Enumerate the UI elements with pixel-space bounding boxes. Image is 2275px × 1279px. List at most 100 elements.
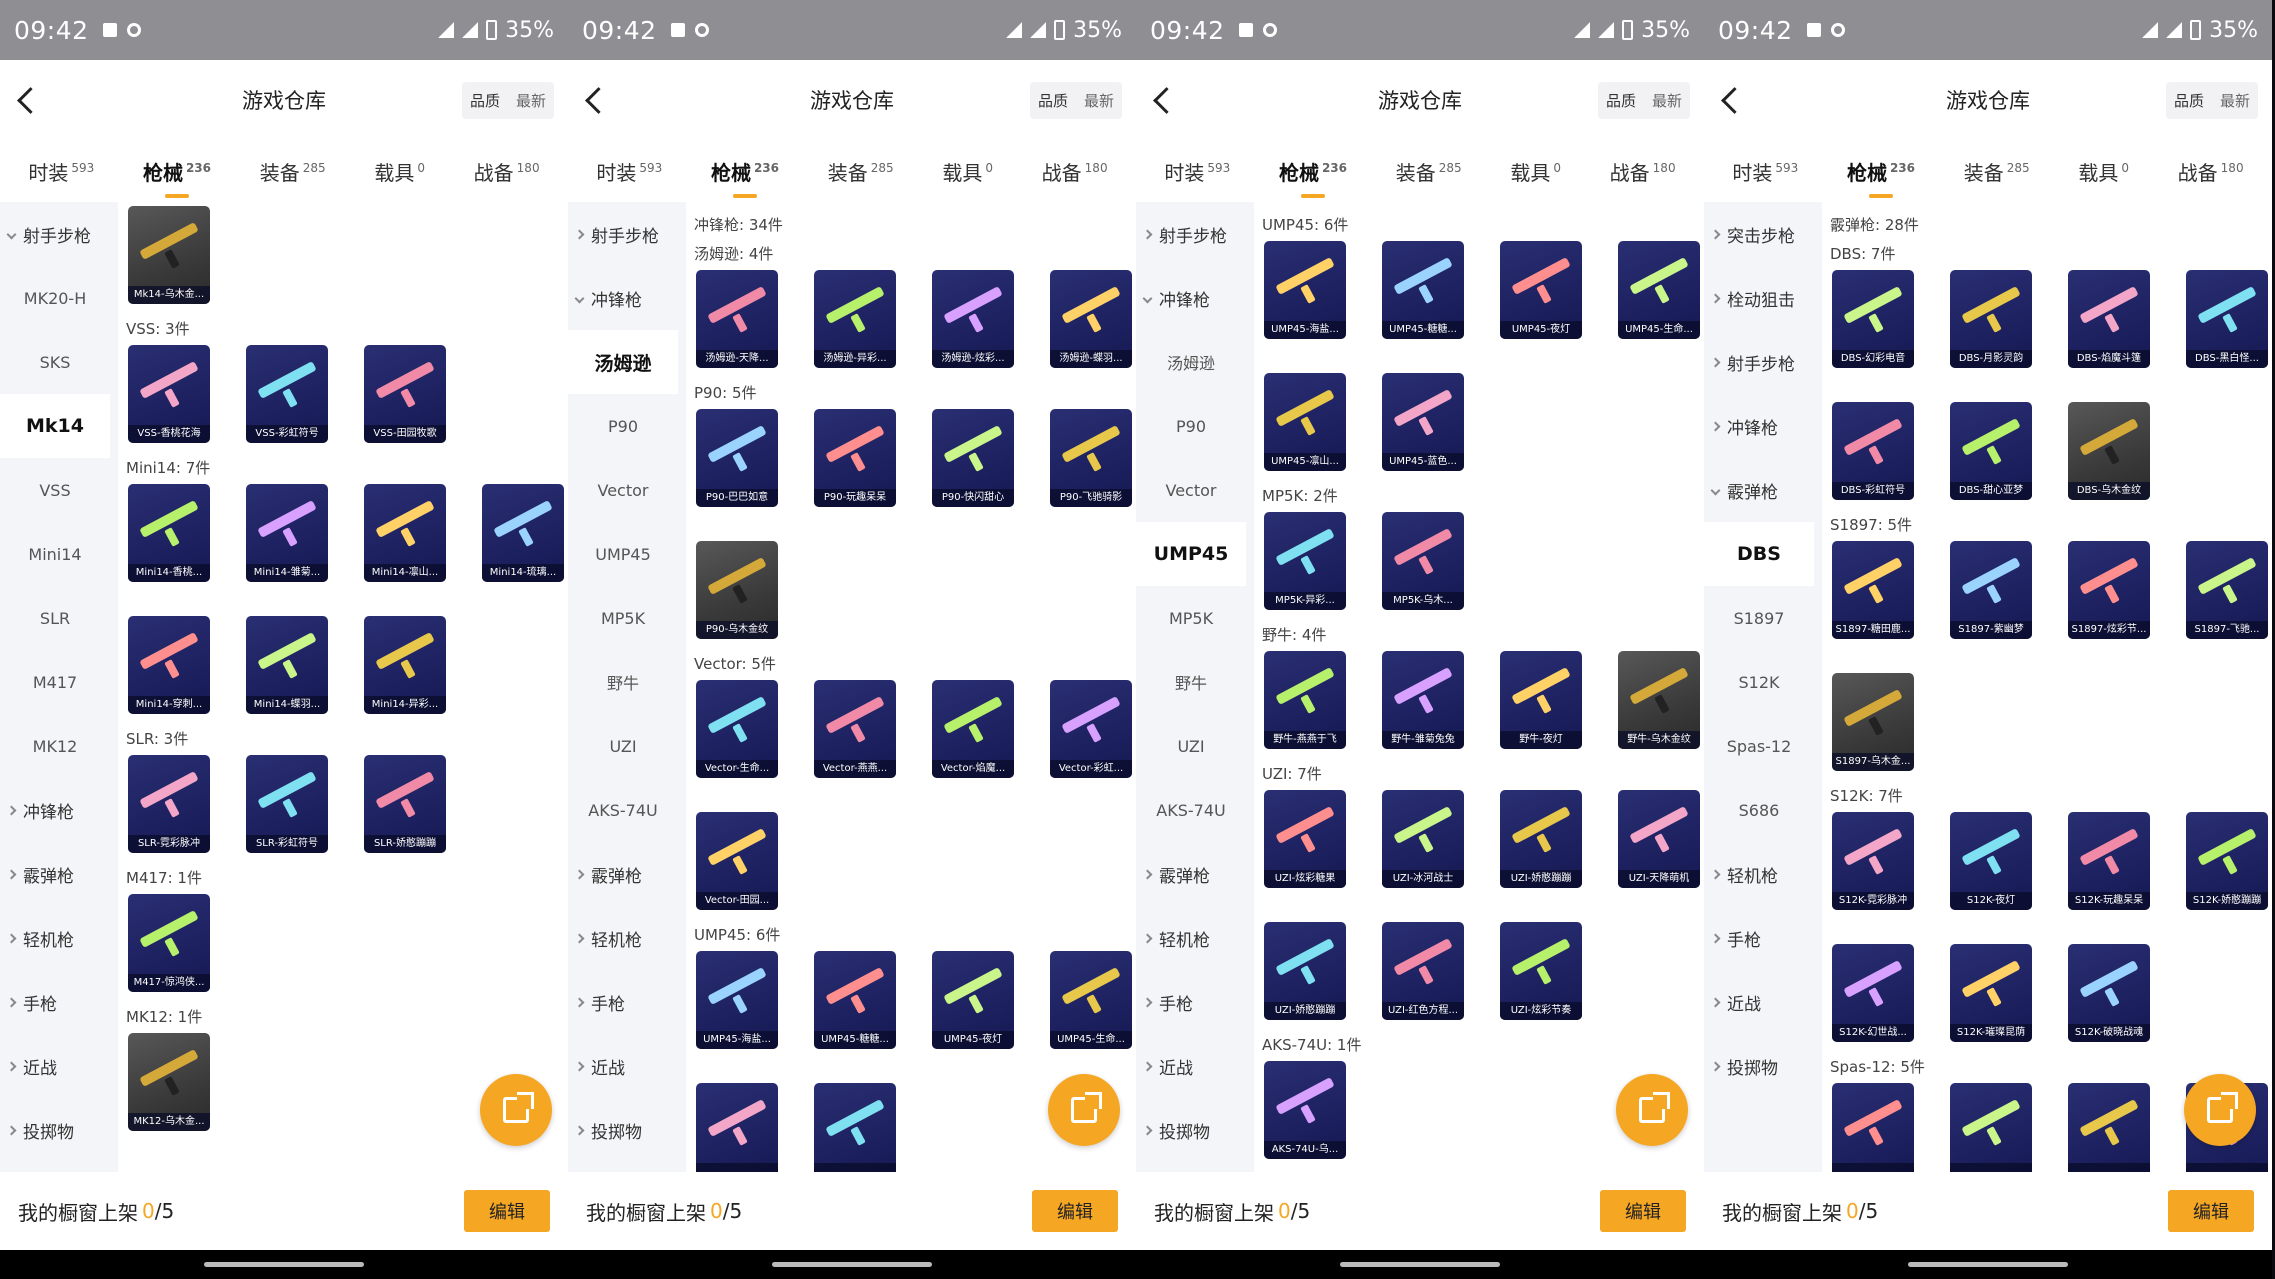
weapon-skin-card[interactable]: DBS-月影灵韵 (1950, 270, 2032, 368)
sidebar-item[interactable]: 手枪 (1136, 970, 1246, 1034)
sidebar-item[interactable]: 射手步枪 (1704, 330, 1814, 394)
sidebar-item[interactable]: 近战 (0, 1034, 110, 1098)
home-indicator[interactable] (1340, 1262, 1500, 1267)
weapon-skin-card[interactable]: S12K-幻世战... (1832, 944, 1914, 1042)
weapon-skin-card[interactable]: 汤姆逊-天降... (696, 270, 778, 368)
sidebar-item[interactable]: UZI (1136, 714, 1246, 778)
weapon-skin-card[interactable]: P90-乌木金纹 (696, 541, 778, 639)
weapon-skin-card[interactable]: Vector-焰魔... (932, 680, 1014, 778)
weapon-skin-card[interactable]: UZI-冰河战士 (1382, 790, 1464, 888)
weapon-skin-card[interactable]: UMP45-夜灯 (1500, 241, 1582, 339)
sidebar-item[interactable]: 投掷物 (0, 1098, 110, 1162)
tab-3[interactable]: 载具 0 (368, 157, 431, 186)
home-indicator[interactable] (1908, 1262, 2068, 1267)
share-fab-button[interactable] (1616, 1074, 1688, 1146)
weapon-skin-card[interactable]: Mini14-蝶羽... (246, 616, 328, 714)
weapon-skin-card[interactable]: S1897-紫幽梦 (1950, 541, 2032, 639)
back-chevron-icon[interactable] (10, 80, 50, 120)
sidebar-item[interactable]: 汤姆逊 (568, 330, 678, 394)
weapon-skin-card[interactable]: S12K-娇憨蹦蹦 (2186, 812, 2268, 910)
edit-button[interactable]: 编辑 (1032, 1190, 1118, 1232)
sidebar-item[interactable]: M417 (0, 650, 110, 714)
weapon-skin-card[interactable]: Mini14-凛山... (364, 484, 446, 582)
weapon-skin-card[interactable]: MK12-乌木金... (128, 1033, 210, 1131)
back-chevron-icon[interactable] (1146, 80, 1186, 120)
weapon-skin-card[interactable]: S1897-乌木金... (1832, 673, 1914, 771)
sidebar-item[interactable]: 近战 (1136, 1034, 1246, 1098)
sidebar-item[interactable]: Mk14 (0, 394, 110, 458)
sidebar-item[interactable]: 汤姆逊 (1136, 330, 1246, 394)
sidebar-item[interactable]: 霰弹枪 (0, 842, 110, 906)
weapon-skin-card[interactable]: P90-飞驰骑影 (1050, 409, 1132, 507)
sort-newest-button[interactable]: 最新 (1076, 82, 1122, 119)
weapon-skin-card[interactable]: S12K-破晓战魂 (2068, 944, 2150, 1042)
sidebar-item[interactable]: P90 (1136, 394, 1246, 458)
sidebar-item[interactable]: 霰弹枪 (568, 842, 678, 906)
sort-newest-button[interactable]: 最新 (1644, 82, 1690, 119)
sidebar-item[interactable]: 射手步枪 (1136, 202, 1246, 266)
weapon-skin-card[interactable]: UMP45-凛山... (1264, 373, 1346, 471)
weapon-skin-card[interactable]: VSS-彩虹符号 (246, 345, 328, 443)
sidebar-item[interactable]: 轻机枪 (1704, 842, 1814, 906)
sidebar-item[interactable]: 手枪 (568, 970, 678, 1034)
sidebar-item[interactable]: 轻机枪 (0, 906, 110, 970)
sidebar-item[interactable]: MK12 (0, 714, 110, 778)
sidebar-item[interactable]: 轻机枪 (568, 906, 678, 970)
weapon-skin-card[interactable]: S12K-璀璨昆荫 (1950, 944, 2032, 1042)
tab-1[interactable]: 枪械 236 (705, 157, 785, 198)
tab-4[interactable]: 战备 180 (2172, 157, 2250, 186)
weapon-skin-card[interactable]: S1897-飞驰... (2186, 541, 2268, 639)
sidebar-item[interactable]: 冲锋枪 (1704, 394, 1814, 458)
share-fab-button[interactable] (480, 1074, 552, 1146)
sidebar-item[interactable]: UZI (568, 714, 678, 778)
sidebar-item[interactable]: SLR (0, 586, 110, 650)
weapon-skin-card[interactable]: P90-巴巴如意 (696, 409, 778, 507)
tab-2[interactable]: 装备 285 (254, 157, 332, 186)
weapon-skin-card[interactable]: S1897-炫彩节... (2068, 541, 2150, 639)
sidebar-item[interactable]: AKS-74U (568, 778, 678, 842)
tab-0[interactable]: 时装 593 (22, 157, 100, 186)
tab-0[interactable]: 时装 593 (590, 157, 668, 186)
weapon-skin-card[interactable]: UZI-炫彩糖果 (1264, 790, 1346, 888)
sort-quality-button[interactable]: 品质 (2166, 82, 2212, 119)
sidebar-item[interactable]: MP5K (568, 586, 678, 650)
sidebar-item[interactable]: MP5K (1136, 586, 1246, 650)
sidebar-item[interactable]: S686 (1704, 778, 1814, 842)
sort-quality-button[interactable]: 品质 (462, 82, 508, 119)
tab-1[interactable]: 枪械 236 (1841, 157, 1921, 198)
weapon-skin-card[interactable] (1950, 1083, 2032, 1172)
tab-0[interactable]: 时装 593 (1158, 157, 1236, 186)
sidebar-item[interactable]: 投掷物 (1704, 1034, 1814, 1098)
weapon-skin-card[interactable]: SLR-霓彩脉冲 (128, 755, 210, 853)
weapon-skin-card[interactable]: UMP45-糖糖... (1382, 241, 1464, 339)
weapon-skin-card[interactable]: S12K-玩趣呆呆 (2068, 812, 2150, 910)
weapon-skin-card[interactable]: S12K-霓彩脉冲 (1832, 812, 1914, 910)
back-chevron-icon[interactable] (578, 80, 618, 120)
weapon-skin-card[interactable] (814, 1083, 896, 1172)
sidebar-item[interactable]: 轻机枪 (1136, 906, 1246, 970)
sidebar-item[interactable]: 野牛 (1136, 650, 1246, 714)
weapon-skin-card[interactable]: UZI-红色方程... (1382, 922, 1464, 1020)
weapon-skin-card[interactable]: Mini14-琉璃... (482, 484, 564, 582)
tab-4[interactable]: 战备 180 (1604, 157, 1682, 186)
weapon-skin-card[interactable]: UMP45-生命... (1618, 241, 1700, 339)
tab-0[interactable]: 时装 593 (1726, 157, 1804, 186)
weapon-skin-card[interactable]: UMP45-蓝色... (1382, 373, 1464, 471)
weapon-skin-card[interactable]: M417-惊鸿侠... (128, 894, 210, 992)
weapon-skin-card[interactable]: Mk14-乌木金... (128, 206, 210, 304)
weapon-skin-card[interactable]: MP5K-乌木... (1382, 512, 1464, 610)
weapon-skin-card[interactable]: UZI-娇憨蹦蹦 (1264, 922, 1346, 1020)
sidebar-item[interactable]: UMP45 (1136, 522, 1246, 586)
weapon-skin-card[interactable]: UZI-炫彩节奏 (1500, 922, 1582, 1020)
sidebar-item[interactable]: 冲锋枪 (1136, 266, 1246, 330)
sidebar-item[interactable]: 射手步枪 (0, 202, 110, 266)
weapon-skin-card[interactable]: Vector-田园... (696, 812, 778, 910)
weapon-skin-card[interactable]: Vector-燕燕... (814, 680, 896, 778)
weapon-skin-card[interactable]: AKS-74U-乌... (1264, 1061, 1346, 1159)
home-indicator[interactable] (204, 1262, 364, 1267)
sidebar-item[interactable]: 突击步枪 (1704, 202, 1814, 266)
weapon-skin-card[interactable]: Mini14-异彩... (364, 616, 446, 714)
weapon-skin-card[interactable]: DBS-乌木金纹 (2068, 402, 2150, 500)
weapon-skin-card[interactable]: DBS-甜心亚梦 (1950, 402, 2032, 500)
weapon-skin-card[interactable]: UMP45-海盐... (696, 951, 778, 1049)
